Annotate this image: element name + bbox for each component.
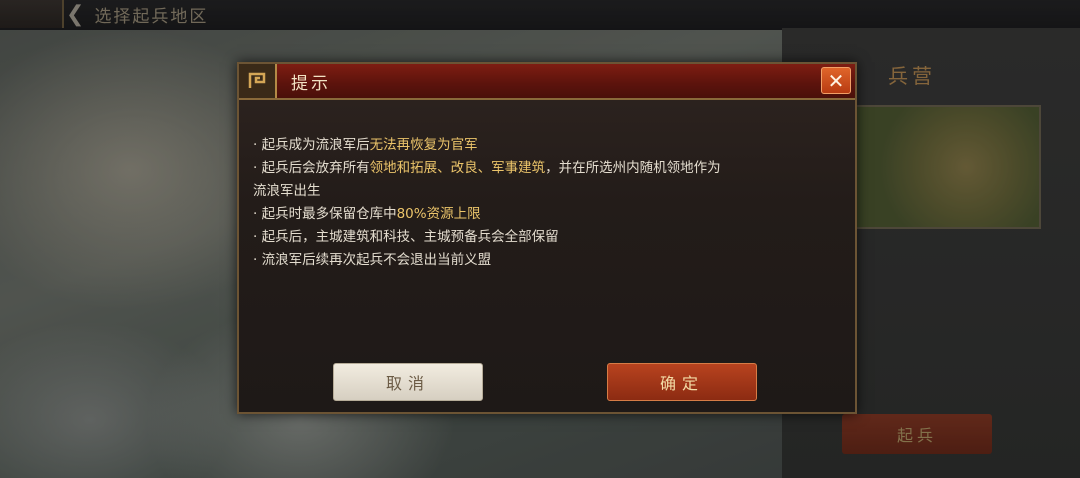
- confirm-dialog: 提示 ✕ · 起兵成为流浪军后无法再恢复为官军 · 起兵后会放弃所有领地和拓展、改…: [237, 62, 857, 414]
- confirm-button[interactable]: 确定: [607, 363, 757, 401]
- notice-line: · 流浪军后续再次起兵不会退出当前义盟: [253, 249, 843, 272]
- notice-text: · 起兵后，主城建筑和科技、主城预备兵会全部保留: [253, 229, 559, 245]
- cancel-button[interactable]: 取消: [333, 363, 483, 401]
- notice-text: ，并在所选州内随机领地作为: [545, 160, 721, 176]
- notice-text: 流浪军出生: [253, 183, 321, 199]
- dialog-header: 提示 ✕: [239, 64, 855, 100]
- notice-text: · 起兵成为流浪军后: [253, 137, 370, 153]
- notice-highlight: 领地和拓展、改良、军事建筑: [369, 160, 546, 176]
- notice-list: · 起兵成为流浪军后无法再恢复为官军 · 起兵后会放弃所有领地和拓展、改良、军事建…: [253, 134, 843, 272]
- notice-line: · 起兵后会放弃所有领地和拓展、改良、军事建筑，并在所选州内随机领地作为: [253, 157, 843, 180]
- notice-text: · 起兵后会放弃所有: [253, 160, 370, 176]
- dialog-ornament-icon: [239, 64, 277, 98]
- notice-line: · 起兵后，主城建筑和科技、主城预备兵会全部保留: [253, 226, 843, 249]
- notice-text: · 流浪军后续再次起兵不会退出当前义盟: [253, 252, 492, 268]
- close-icon[interactable]: ✕: [821, 67, 851, 94]
- notice-highlight: 无法再恢复为官军: [369, 137, 478, 153]
- notice-line: 流浪军出生: [253, 180, 843, 203]
- notice-highlight: 80%资源上限: [396, 206, 481, 222]
- dialog-title: 提示: [291, 73, 331, 94]
- notice-text: · 起兵时最多保留仓库中: [253, 206, 397, 222]
- notice-line: · 起兵成为流浪军后无法再恢复为官军: [253, 134, 843, 157]
- notice-line: · 起兵时最多保留仓库中80%资源上限: [253, 203, 843, 226]
